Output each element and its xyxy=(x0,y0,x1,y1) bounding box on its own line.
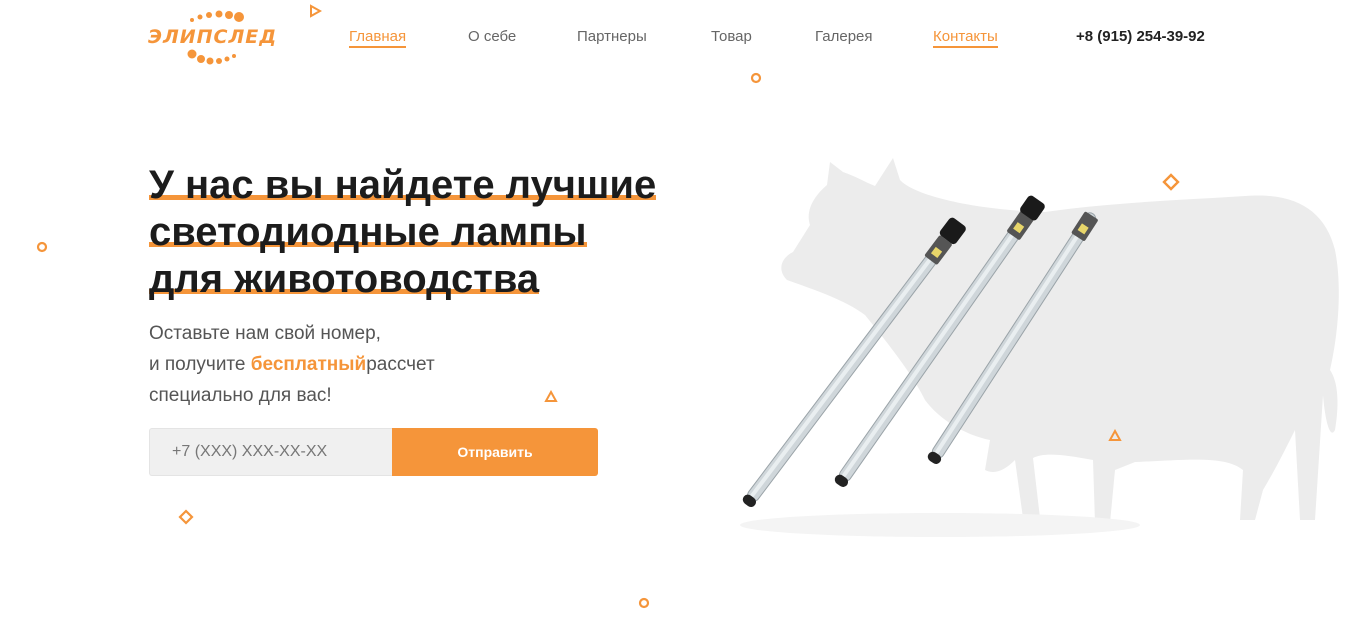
diamond-deco-icon xyxy=(1162,173,1180,191)
hero-subtitle: Оставьте нам свой номер, и получите бесп… xyxy=(149,318,435,411)
cow-silhouette-image xyxy=(740,158,1339,537)
nav-item-partners[interactable]: Партнеры xyxy=(577,28,647,45)
subtitle-accent: бесплатный xyxy=(250,354,367,375)
nav-item-about[interactable]: О себе xyxy=(468,28,516,45)
hero-title: У нас вы найдете лучшие светодиодные лам… xyxy=(149,162,657,303)
nav-item-home[interactable]: Главная xyxy=(349,28,407,48)
submit-button[interactable]: Отправить xyxy=(392,428,598,476)
nav-item-contacts[interactable]: Контакты xyxy=(933,28,998,48)
circle-deco-icon xyxy=(638,597,650,609)
nav-item-products[interactable]: Товар xyxy=(711,28,752,45)
circle-deco-icon xyxy=(750,72,762,84)
landing-page: ЭЛИПСЛЕД Главная О себе Партнеры Товар Г… xyxy=(0,0,1360,625)
subtitle-text: рассчет xyxy=(366,354,435,375)
triangle-deco-icon xyxy=(544,390,558,402)
product-image xyxy=(715,140,1360,560)
circle-deco-icon xyxy=(36,241,48,253)
subtitle-line: и получите бесплатныйрассчет xyxy=(149,349,435,380)
hero-title-line: для животоводства xyxy=(149,257,540,301)
triangle-deco-icon xyxy=(1108,429,1122,441)
subtitle-text: и получите xyxy=(149,354,251,375)
diamond-deco-icon xyxy=(178,509,194,525)
header-phone[interactable]: +8 (915) 254-39-92 xyxy=(1076,28,1205,45)
hero-title-line: светодиодные лампы xyxy=(149,210,587,254)
triangle-deco-icon xyxy=(310,4,322,18)
hero-title-line: У нас вы найдете лучшие xyxy=(149,163,657,207)
subtitle-line: специально для вас! xyxy=(149,385,332,406)
phone-input[interactable] xyxy=(149,428,392,476)
nav-item-gallery[interactable]: Галерея xyxy=(815,28,873,45)
subtitle-line: Оставьте нам свой номер, xyxy=(149,323,381,344)
